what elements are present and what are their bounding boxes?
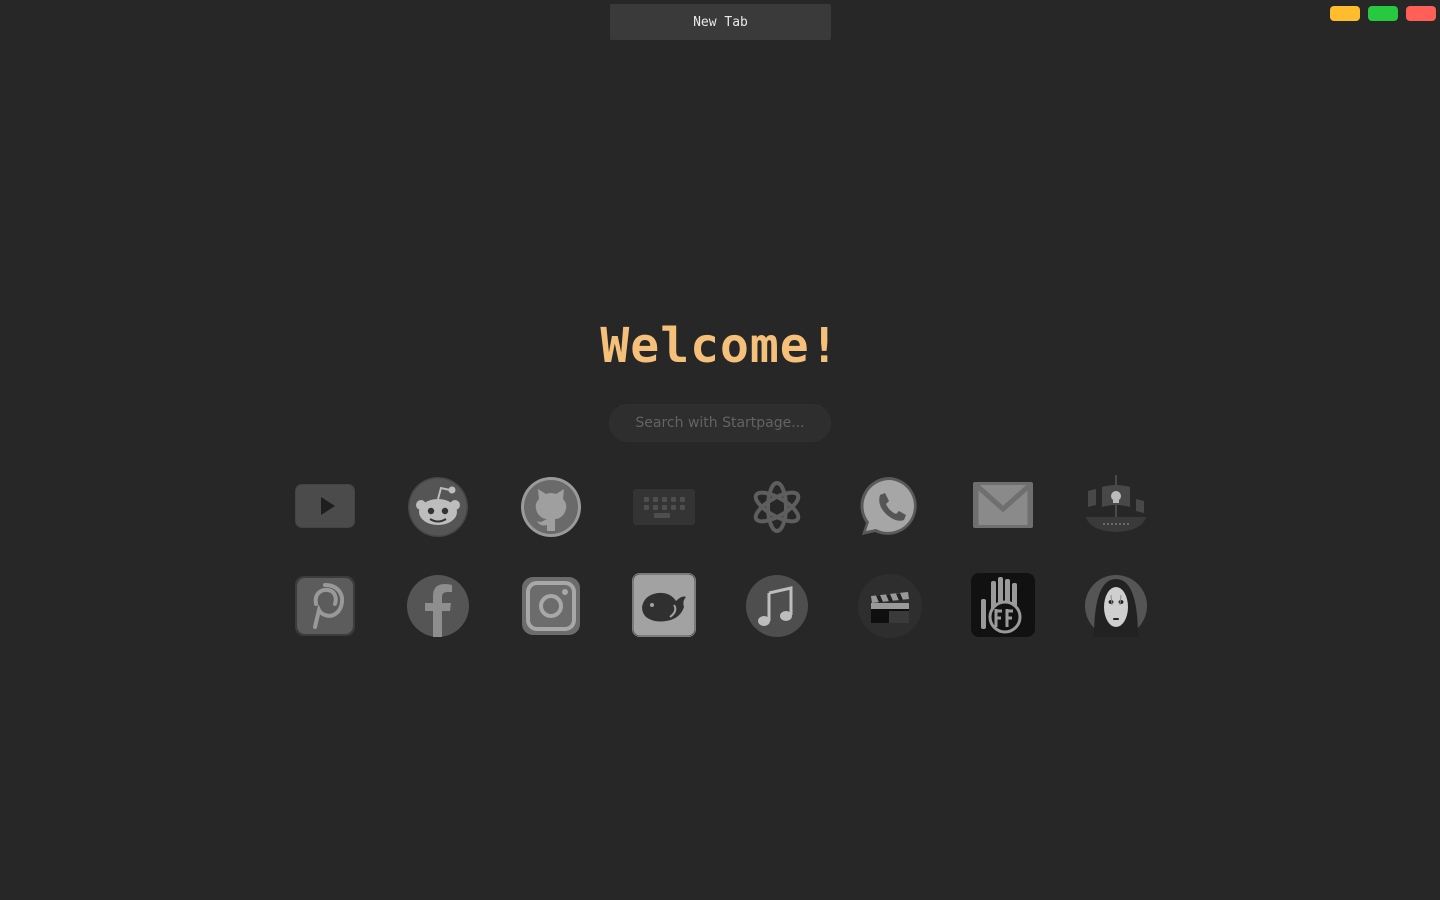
shortcut-deepseek[interactable] <box>607 554 720 656</box>
search-input[interactable] <box>609 404 831 442</box>
movie-clapper-icon <box>857 574 922 638</box>
shortcut-instagram[interactable] <box>494 554 607 656</box>
shortcut-music[interactable] <box>720 554 833 656</box>
reddit-icon <box>407 477 468 537</box>
tab-label: New Tab <box>693 14 748 30</box>
shortcut-openai[interactable] <box>720 452 833 554</box>
shortcut-facebook[interactable] <box>381 554 494 656</box>
shortcut-github[interactable] <box>494 452 607 554</box>
openai-icon <box>753 481 800 533</box>
tab-new-tab[interactable]: New Tab <box>610 4 831 40</box>
pirate-ship-icon <box>1085 475 1146 532</box>
no-face-icon <box>1084 575 1147 637</box>
github-icon <box>520 477 581 537</box>
minimize-button[interactable] <box>1330 6 1360 21</box>
shortcut-whatsapp[interactable] <box>833 452 946 554</box>
shortcut-youtube[interactable] <box>268 452 381 554</box>
youtube-icon <box>294 484 355 528</box>
whatsapp-icon <box>859 476 917 535</box>
shortcut-movies[interactable] <box>833 554 946 656</box>
hand-logo-icon <box>970 573 1035 637</box>
instagram-icon <box>521 577 580 635</box>
shortcut-pirate[interactable] <box>1059 452 1172 554</box>
shortcut-no-face[interactable] <box>1059 554 1172 656</box>
welcome-heading: Welcome! <box>600 318 840 374</box>
deepseek-icon <box>631 573 696 637</box>
shortcut-grid <box>268 452 1172 656</box>
shortcut-pinterest[interactable] <box>268 554 381 656</box>
shortcut-keyboard[interactable] <box>607 452 720 554</box>
start-page: New Tab Welcome! <box>0 0 1440 900</box>
window-controls <box>1330 6 1436 21</box>
shortcut-gmail[interactable] <box>946 452 1059 554</box>
music-icon <box>745 575 808 637</box>
pinterest-icon <box>294 576 355 636</box>
maximize-button[interactable] <box>1368 6 1398 21</box>
keyboard-icon <box>632 489 695 525</box>
shortcut-reddit[interactable] <box>381 452 494 554</box>
facebook-icon <box>406 575 469 637</box>
close-button[interactable] <box>1406 6 1436 21</box>
gmail-icon <box>972 482 1033 528</box>
shortcut-hand-logo[interactable] <box>946 554 1059 656</box>
